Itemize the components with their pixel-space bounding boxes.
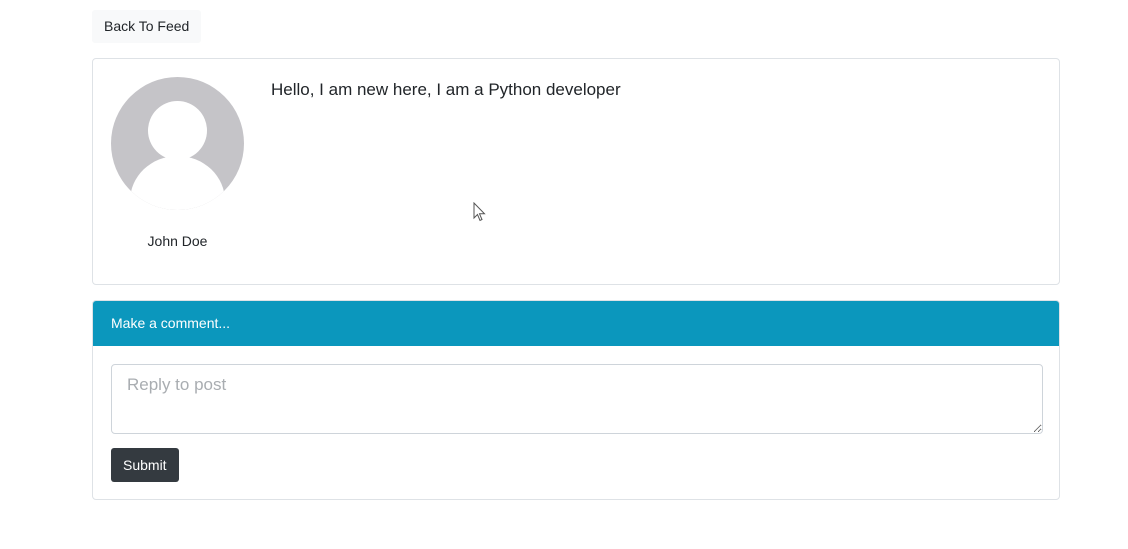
user-avatar-icon [111, 77, 244, 210]
mouse-cursor-icon [473, 202, 486, 222]
comment-card: Make a comment... Submit [92, 300, 1060, 500]
reply-input[interactable] [111, 364, 1043, 434]
back-to-feed-button[interactable]: Back To Feed [92, 10, 202, 43]
submit-button[interactable]: Submit [111, 448, 179, 482]
post-card: John Doe Hello, I am new here, I am a Py… [92, 58, 1060, 285]
comment-card-header: Make a comment... [93, 301, 1059, 346]
author-name: John Doe [147, 233, 208, 249]
post-content: Hello, I am new here, I am a Python deve… [271, 80, 621, 99]
avatar-body-shape [130, 156, 225, 210]
avatar-head-shape [148, 101, 207, 160]
